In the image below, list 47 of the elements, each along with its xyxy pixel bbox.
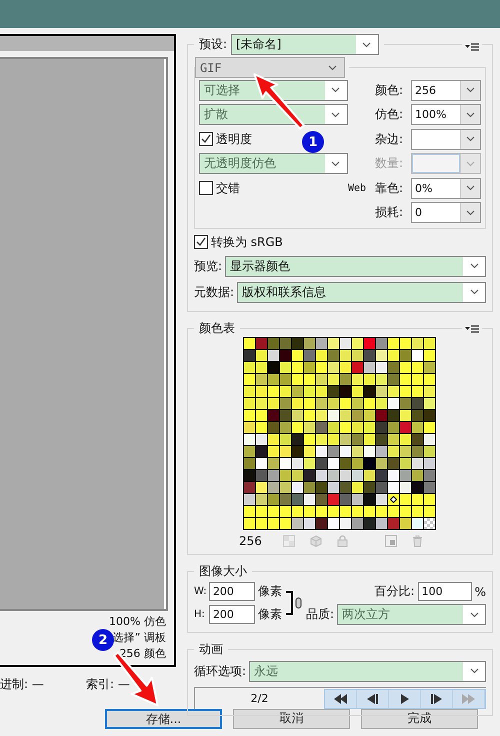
section-title: 图像大小 [198,563,247,580]
field-label: Web [348,182,366,194]
field-label: 靠色: [375,180,404,197]
value-combo-box[interactable]: 0% [411,178,481,199]
value-combo-box[interactable]: 256 [411,80,481,101]
preview-info-text: 选择” 调板 [112,630,166,646]
field-label: 循环选项: [194,662,246,680]
option-dropdown[interactable]: 扩散 [198,104,348,126]
unit-label: 像素 [258,606,282,623]
option-dropdown[interactable]: 无透明度仿色 [198,153,348,174]
section-title: 颜色表 [198,320,235,337]
status-text: 索引: — [86,676,130,692]
field-label: 百分比: [374,583,415,600]
frame-counter: 2/2 [250,692,270,705]
field-label: 损耗: [375,204,404,222]
preview-info-text: 100% 仿色 [108,614,166,630]
unit-label: 像素 [258,583,282,600]
checkbox-label: 交错 [216,180,240,197]
field-label: W: [194,586,206,597]
field-label: 颜色: [375,82,404,99]
field-label: 杂边: [375,130,404,148]
percent-field[interactable]: 100 [418,582,472,601]
field-label: 品质: [306,606,334,623]
checkbox-label: 转换为 sRGB [210,234,283,250]
checkbox-label: 透明度 [216,130,252,148]
field-label: 数量: [375,155,404,172]
value-combo-box[interactable]: 0 [411,202,481,224]
field-label: 仿色: [375,106,404,124]
value-combo-box[interactable]: 100% [411,104,481,126]
color-count: 256 [238,534,262,548]
unit-label: % [474,584,486,598]
field-label: 预览: [194,258,222,274]
section-title: 动画 [198,641,223,658]
step-badge: 1 [302,131,324,153]
field-label: 元数据: [194,284,234,300]
preview-dropdown[interactable]: 显示器颜色 [224,256,486,276]
quality-dropdown[interactable]: 两次立方 [336,604,486,625]
format-dropdown[interactable]: GIF [194,57,345,78]
field-label: H: [194,609,206,620]
preset-dropdown[interactable]: [未命名] [230,34,379,55]
height-field[interactable]: 200 [208,605,255,624]
dialog-button[interactable]: 存储... [105,708,222,728]
field-label: 预设: [198,36,227,53]
status-text: 进制: — [0,676,45,692]
metadata-dropdown[interactable]: 版权和联系信息 [236,282,486,302]
loop-dropdown[interactable]: 永远 [248,660,486,682]
width-field[interactable]: 200 [208,582,255,601]
